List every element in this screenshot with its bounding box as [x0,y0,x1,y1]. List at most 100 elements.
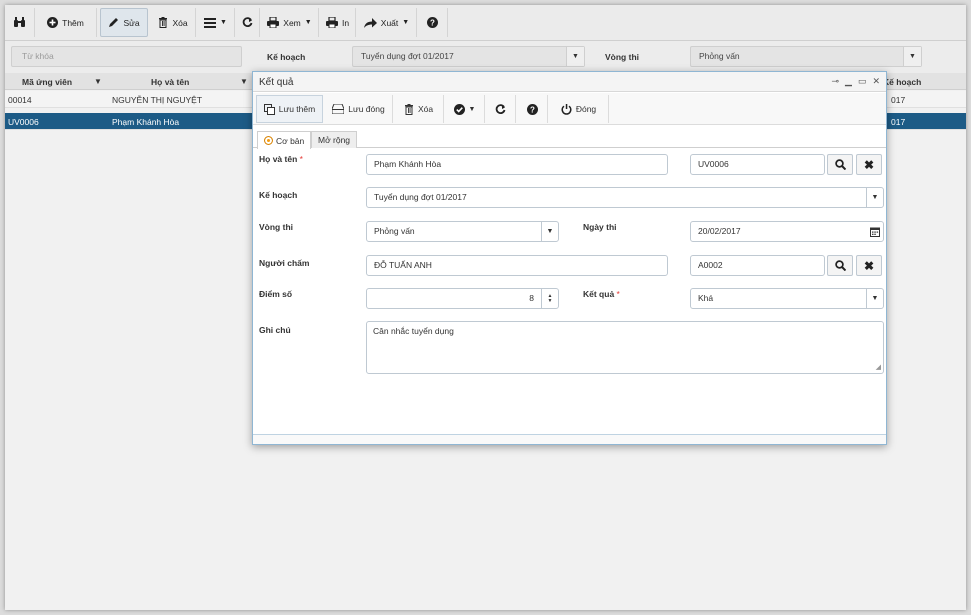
menu-dropdown-button[interactable]: ▼ [197,8,235,37]
cell-name: Phạm Khánh Hòa [112,117,180,127]
add-label: Thêm [62,17,84,28]
result-select[interactable]: Khá ▼ [690,288,884,309]
dialog-tabs: Cơ bản Mở rộng [253,126,886,149]
calendar-icon[interactable] [866,222,883,241]
round-select[interactable]: Phỏng vấn ▼ [366,221,559,242]
tab-extended-label: Mở rộng [318,135,351,145]
dialog-close-button[interactable]: Đóng [549,95,609,123]
dialog-toolbar: Lưu thêm Lưu đóng Xóa ▼ ? Đóng [253,93,886,125]
date-value: 20/02/2017 [698,226,741,236]
approve-dropdown-button[interactable]: ▼ [445,95,485,123]
cell-code: 00014 [8,95,32,105]
result-dialog: Kết quả ⊸ ▁ ▭ ✕ Lưu thêm Lưu đóng Xóa ▼ … [252,71,887,445]
cell-plan: 017 [891,117,906,127]
help-button[interactable]: ? [418,8,448,37]
save-close-button[interactable]: Lưu đóng [325,95,393,123]
score-input[interactable]: 8 ▲ ▼ [366,288,559,309]
note-value: Cân nhắc tuyển dụng [373,326,454,336]
round-filter-select[interactable]: Phỏng vấn ▼ [690,46,922,67]
power-icon [561,103,572,115]
cell-name: NGUYỄN THỊ NGUYỆT [112,95,203,105]
tab-basic[interactable]: Cơ bản [257,131,312,149]
note-label: Ghi chú [259,325,291,335]
binoculars-button[interactable] [5,8,35,37]
chevron-down-icon[interactable]: ▼ [566,47,584,66]
dialog-help-button[interactable]: ? [517,95,548,123]
round-filter-value: Phỏng vấn [699,51,740,61]
print-preview-icon [267,17,280,28]
bars-icon [204,17,217,28]
tab-basic-label: Cơ bản [276,135,305,146]
edit-label: Sửa [123,17,140,28]
trash-icon [159,17,168,28]
grader-code-field[interactable]: A0002 [690,255,825,276]
date-field[interactable]: 20/02/2017 [690,221,884,242]
delete-button[interactable]: Xóa [151,8,196,37]
print-button[interactable]: In [320,8,356,37]
question-circle-icon: ? [526,103,538,115]
export-button[interactable]: Xuất ▼ [357,8,417,37]
delete-label: Xóa [172,17,188,28]
close-icon: ✖ [863,258,875,273]
search-icon [834,260,846,271]
svg-text:?: ? [430,19,435,28]
cell-plan: 017 [891,95,906,105]
plan-label: Kế hoạch [259,190,298,200]
refresh-button[interactable] [236,8,260,37]
result-value: Khá [698,293,714,303]
chevron-down-icon: ▼ [304,19,312,26]
share-icon [363,17,377,28]
column-header-name[interactable]: Họ và tên [151,77,189,87]
chevron-down-icon[interactable]: ▼ [541,222,558,241]
search-candidate-button[interactable] [827,154,853,175]
resize-handle-icon[interactable]: ◢ [876,363,881,371]
name-code-field[interactable]: UV0006 [690,154,825,175]
save-add-button[interactable]: Lưu thêm [256,95,323,123]
dialog-titlebar[interactable]: Kết quả ⊸ ▁ ▭ ✕ [253,72,886,92]
chevron-down-icon: ▼ [402,19,410,26]
name-field[interactable]: Phạm Khánh Hòa [366,154,668,175]
plan-select[interactable]: Tuyển dụng đợt 01/2017 ▼ [366,187,884,208]
column-header-code[interactable]: Mã ứng viên [22,77,72,87]
binoculars-icon [14,17,25,27]
keyword-search-input[interactable]: Từ khóa [11,46,242,67]
main-toolbar: Thêm Sửa Xóa ▼ Xem ▼ In Xuất ▼ ? [5,5,966,41]
view-button[interactable]: Xem ▼ [261,8,319,37]
dialog-window-controls: ⊸ ▁ ▭ ✕ [831,76,880,87]
grader-field[interactable]: ĐỖ TUẤN ANH [366,255,668,276]
plan-filter-select[interactable]: Tuyển dụng đợt 01/2017 ▼ [352,46,585,67]
pencil-icon [109,18,119,27]
copy-icon [263,103,275,115]
round-filter-label: Vòng thi [605,52,639,62]
maximize-icon[interactable]: ▭ [858,76,867,87]
search-grader-button[interactable] [827,255,853,276]
close-icon: ✖ [863,157,875,172]
filter-funnel-icon[interactable]: ▼ [94,77,102,86]
pin-icon[interactable]: ⊸ [831,76,839,87]
printer-icon [325,17,338,28]
dialog-title: Kết quả [259,77,294,88]
dialog-close-label: Đóng [575,104,597,114]
close-icon[interactable]: ✕ [872,76,880,87]
note-textarea[interactable]: Cân nhắc tuyển dụng ◢ [366,321,884,374]
chevron-down-icon[interactable]: ▼ [866,188,883,207]
chevron-down-icon[interactable]: ▼ [903,47,921,66]
dialog-refresh-button[interactable] [486,95,516,123]
chevron-down-icon[interactable]: ▼ [866,289,883,308]
export-label: Xuất [380,17,399,28]
clear-candidate-button[interactable]: ✖ [856,154,882,175]
check-circle-icon [453,103,465,115]
tab-extended[interactable]: Mở rộng [311,131,358,148]
clear-grader-button[interactable]: ✖ [856,255,882,276]
dialog-delete-button[interactable]: Xóa [394,95,444,123]
save-add-label: Lưu thêm [278,104,316,114]
plan-filter-value: Tuyển dụng đợt 01/2017 [361,51,454,61]
hdd-icon [332,104,345,114]
spinner-icon[interactable]: ▲ ▼ [541,289,558,308]
edit-button[interactable]: Sửa [100,8,148,37]
add-button[interactable]: Thêm [35,8,97,37]
minimize-icon[interactable]: ▁ [845,76,852,87]
column-header-plan[interactable]: Kế hoạch [883,77,921,87]
print-label: In [341,17,350,28]
filter-funnel-icon[interactable]: ▼ [240,77,248,86]
